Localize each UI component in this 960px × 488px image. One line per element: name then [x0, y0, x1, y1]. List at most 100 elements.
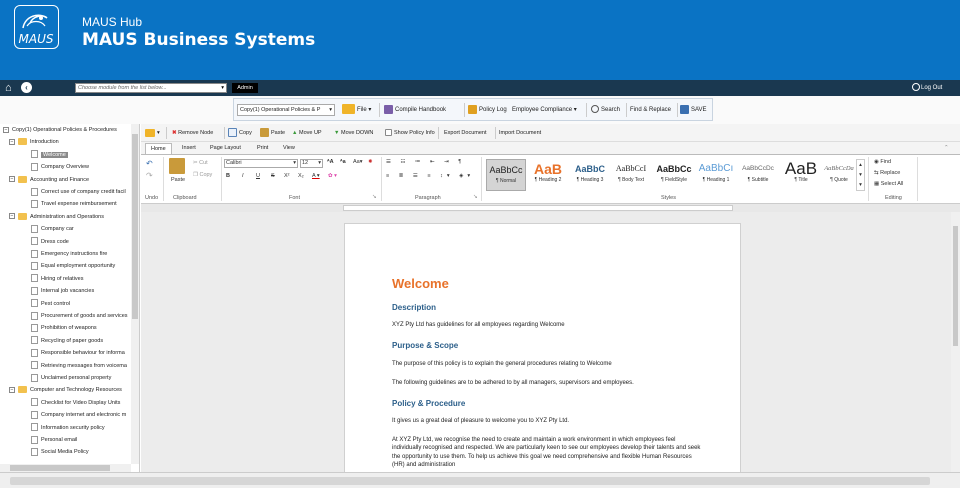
tree-item[interactable]: Hiring of relatives	[31, 273, 84, 285]
tree-vertical-scrollbar[interactable]	[131, 124, 139, 464]
tree-item[interactable]: Equal employment opportunity	[31, 260, 115, 272]
tree-item[interactable]: Dress code	[31, 236, 69, 248]
copy-node-button[interactable]: Copy	[228, 127, 252, 139]
file-menu[interactable]: File ▾	[342, 104, 371, 116]
tree-item[interactable]: Responsible behaviour for informa	[31, 347, 125, 359]
policy-log-button[interactable]: Policy Log	[468, 104, 507, 116]
collapse-ribbon-icon[interactable]: ⌃	[939, 143, 954, 154]
tree-item[interactable]: Unclaimed personal property	[31, 372, 111, 384]
tree-item[interactable]: − Administration and Operations	[9, 211, 104, 223]
tree-horizontal-scrollbar[interactable]	[0, 464, 131, 472]
paste-large-icon[interactable]	[169, 158, 185, 174]
tree-item[interactable]: Retrieving messages from voicema	[31, 360, 127, 372]
tree-item[interactable]: − Computer and Technology Resources	[9, 384, 122, 396]
tree-item[interactable]: Internal job vacancies	[31, 285, 94, 297]
collapse-toggle-icon[interactable]: −	[9, 213, 15, 220]
style-option[interactable]: AaBbCcDc ¶ Subtitle	[738, 159, 778, 191]
font-size-select[interactable]: 12 ▾	[300, 159, 323, 168]
collapse-toggle-icon[interactable]: −	[3, 126, 9, 133]
tree-item[interactable]: Welcome	[31, 149, 68, 161]
employee-compliance-menu[interactable]: Employee Compliance ▾	[512, 104, 577, 116]
style-option[interactable]: AaBbCc ¶ FieldStyle	[654, 159, 694, 191]
redo-icon[interactable]: ↷	[146, 171, 153, 180]
tree-item[interactable]: Company Overview	[31, 161, 89, 173]
page-horizontal-scrollbar[interactable]	[0, 472, 960, 488]
tree-item[interactable]: Procurement of goods and services	[31, 310, 128, 322]
replace-button[interactable]: ⇆ Replace	[874, 170, 900, 176]
tree-item[interactable]: − Introduction	[9, 136, 59, 148]
document-select[interactable]: Copy(1) Operational Policies & P ▾	[237, 104, 335, 116]
tree-item[interactable]: Checklist for Video Display Units	[31, 397, 120, 409]
search-button[interactable]: Search	[591, 104, 620, 116]
collapse-toggle-icon[interactable]: −	[9, 176, 15, 183]
tree-item[interactable]: Pest control	[31, 298, 70, 310]
tree-item[interactable]: Correct use of company credit facil	[31, 186, 126, 198]
find-button[interactable]: ◉ Find	[874, 159, 891, 165]
style-option[interactable]: AaBbCı ¶ Heading 1	[696, 159, 736, 191]
back-icon[interactable]: ‹	[21, 82, 32, 93]
find-replace-button[interactable]: Find & Replace	[630, 104, 671, 116]
italic-button[interactable]: I	[242, 173, 244, 179]
home-icon[interactable]: ⌂	[5, 83, 17, 94]
tree-item[interactable]: Travel expense reimbursement	[31, 198, 117, 210]
move-up-button[interactable]: ▲ Move UP	[292, 127, 322, 139]
bold-button[interactable]: B	[226, 173, 230, 179]
styles-scroll[interactable]: ▴ ▾ ▾	[856, 159, 865, 191]
select-all-button[interactable]: ▦ Select All	[874, 181, 903, 187]
tree-item[interactable]: Information security policy	[31, 422, 105, 434]
font-name-select[interactable]: Calibri ▾	[224, 159, 298, 168]
grow-font-button[interactable]: ᴬA	[327, 159, 334, 165]
export-document-button[interactable]: Export Document	[444, 127, 487, 139]
import-document-button[interactable]: Import Document	[499, 127, 541, 139]
remove-node-button[interactable]: ✖ Remove Node	[172, 127, 213, 139]
style-option[interactable]: AaB ¶ Title	[781, 159, 821, 191]
underline-button[interactable]: U	[256, 173, 260, 179]
tree-item[interactable]: Recycling of paper goods	[31, 335, 103, 347]
horizontal-ruler[interactable]	[141, 204, 960, 212]
style-option[interactable]: AaBbCcI ¶ Body Text	[611, 159, 651, 191]
tree-item[interactable]: Prohibition of weapons	[31, 322, 97, 334]
list-buttons[interactable]: ☰ ☷ ≔ ⇤ ⇥ ¶	[386, 159, 465, 165]
tree-item[interactable]: Company internet and electronic m	[31, 409, 126, 421]
subscript-button[interactable]: X₂	[298, 173, 304, 179]
tree-item[interactable]: Company car	[31, 223, 74, 235]
tree-item[interactable]: − Accounting and Finance	[9, 174, 89, 186]
module-select[interactable]: Choose module from the list below... ▾	[75, 83, 227, 93]
copy-button[interactable]: ❐ Copy	[193, 172, 212, 178]
style-option[interactable]: AaB ¶ Heading 2	[528, 159, 568, 191]
highlight-icon[interactable]: ✿ ▾	[328, 173, 337, 179]
font-dialog-icon[interactable]: ↘	[372, 194, 377, 200]
tab-view[interactable]: View	[278, 143, 300, 154]
collapse-toggle-icon[interactable]: −	[9, 138, 15, 145]
paragraph-dialog-icon[interactable]: ↘	[473, 194, 478, 200]
tab-print[interactable]: Print	[252, 143, 273, 154]
paste-node-button[interactable]: Paste	[260, 127, 285, 139]
move-down-button[interactable]: ▼ Move DOWN	[334, 127, 373, 139]
style-option[interactable]: AaBbCc ¶ Normal	[486, 159, 526, 191]
document-page[interactable]: Welcome Description XYZ Pty Ltd has guid…	[344, 223, 741, 472]
tree-item[interactable]: Emergency instructions fire	[31, 248, 107, 260]
logout-button[interactable]: Log Out	[912, 83, 942, 93]
collapse-toggle-icon[interactable]: −	[9, 386, 15, 393]
show-policy-info-toggle[interactable]: Show Policy Info	[385, 127, 435, 139]
tab-home[interactable]: Home	[145, 143, 172, 154]
compile-handbook-button[interactable]: Compile Handbook	[384, 104, 446, 116]
cut-button[interactable]: ✂ Cut	[193, 160, 208, 166]
style-option[interactable]: AaBbCcDa ¶ Quote	[823, 159, 855, 191]
clear-format-icon[interactable]: ✸	[368, 159, 373, 165]
alignment-buttons[interactable]: ≡ ≣ ☰ ≡ ↕▾ ◈▾	[386, 173, 474, 179]
paste-button[interactable]: Paste	[171, 177, 185, 183]
font-color-button[interactable]: A ▾	[312, 173, 320, 179]
tab-insert[interactable]: Insert	[177, 143, 201, 154]
tree-item[interactable]: − Copy(1) Operational Policies & Procedur…	[3, 124, 117, 136]
save-button[interactable]: SAVE	[680, 104, 707, 116]
style-option[interactable]: AaBbC ¶ Heading 3	[571, 159, 609, 191]
tree-item[interactable]: Social Media Policy	[31, 446, 89, 458]
tree-item[interactable]: Personal email	[31, 434, 77, 446]
folder-menu[interactable]: ▾	[145, 127, 160, 139]
strikethrough-button[interactable]: S	[271, 173, 275, 179]
shrink-font-button[interactable]: ᴬa	[340, 159, 346, 165]
document-vertical-scrollbar[interactable]	[951, 212, 960, 472]
tab-page-layout[interactable]: Page Layout	[205, 143, 246, 154]
admin-button[interactable]: Admin	[232, 83, 258, 93]
